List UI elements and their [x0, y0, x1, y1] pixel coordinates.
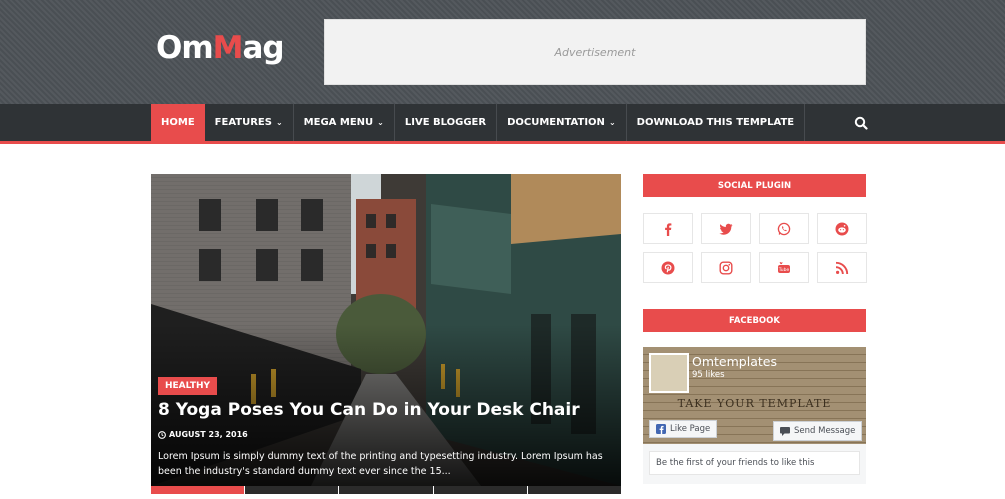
featured-post-date: AUGUST 23, 2016 [158, 430, 248, 439]
search-icon[interactable] [854, 116, 868, 130]
nav-item-live-blogger[interactable]: LIVE BLOGGER [395, 104, 498, 141]
twitter-icon [719, 223, 733, 235]
nav-item-label: DOWNLOAD THIS TEMPLATE [636, 117, 795, 128]
facebook-page-avatar[interactable] [649, 353, 689, 393]
youtube-icon: Tube [778, 261, 790, 273]
like-page-label: Like Page [670, 424, 711, 434]
facebook-page-likes: 95 likes [692, 370, 725, 380]
chevron-down-icon: ⌄ [608, 118, 616, 127]
post-category-tag[interactable]: HEALTHY [158, 377, 218, 395]
featured-post-title[interactable]: 8 Yoga Poses You Can Do in Your Desk Cha… [158, 400, 614, 420]
facebook-send-message-button[interactable]: Send Message [773, 421, 863, 441]
pinterest-icon [661, 261, 675, 274]
svg-text:Tube: Tube [778, 267, 790, 273]
facebook-page-name[interactable]: Omtemplates [692, 354, 777, 369]
social-link-youtube[interactable]: Tube [759, 252, 809, 283]
post-date-text: AUGUST 23, 2016 [169, 430, 248, 439]
social-link-rss[interactable] [817, 252, 867, 283]
social-link-facebook[interactable] [643, 213, 693, 244]
facebook-page-widget: Omtemplates 95 likes TAKE YOUR TEMPLATE … [643, 347, 866, 484]
social-link-reddit[interactable] [817, 213, 867, 244]
clock-icon [158, 430, 166, 439]
reddit-icon [835, 222, 849, 235]
message-icon [780, 426, 790, 436]
nav-item-documentation[interactable]: DOCUMENTATION ⌄ [497, 104, 627, 141]
logo-text-accent: M [212, 30, 244, 66]
advertisement-label: Advertisement [554, 45, 636, 59]
logo-text-part1: Om [156, 30, 214, 66]
facebook-like-page-button[interactable]: Like Page [649, 420, 718, 438]
nav-item-download-template[interactable]: DOWNLOAD THIS TEMPLATE [627, 104, 806, 141]
nav-item-label: LIVE BLOGGER [404, 117, 487, 128]
slider-dot[interactable] [245, 486, 339, 494]
slider-pagination [151, 486, 621, 494]
facebook-icon [656, 424, 666, 434]
nav-item-home[interactable]: HOME [151, 104, 205, 141]
nav-item-label: HOME [161, 117, 195, 128]
nav-item-label: DOCUMENTATION [507, 117, 605, 128]
social-plugin-heading: SOCIAL PLUGIN [643, 174, 866, 197]
chevron-down-icon: ⌄ [275, 118, 283, 127]
facebook-heading: FACEBOOK [643, 309, 866, 332]
social-icons-grid: Tube [643, 213, 867, 283]
instagram-icon [719, 261, 733, 275]
social-link-whatsapp[interactable] [759, 213, 809, 244]
slider-dot[interactable] [433, 486, 527, 494]
featured-post-excerpt: Lorem Ipsum is simply dummy text of the … [158, 451, 603, 477]
facebook-cover-slogan: TAKE YOUR TEMPLATE [677, 397, 832, 410]
send-message-label: Send Message [794, 426, 856, 436]
facebook-icon [665, 222, 672, 236]
social-link-pinterest[interactable] [643, 252, 693, 283]
slider-dot[interactable] [339, 486, 433, 494]
whatsapp-icon [777, 222, 791, 235]
header-advertisement[interactable]: Advertisement [324, 19, 866, 85]
rss-icon [835, 261, 849, 274]
nav-item-mega-menu[interactable]: MEGA MENU ⌄ [294, 104, 395, 141]
facebook-friends-text: Be the first of your friends to like thi… [649, 451, 860, 475]
logo-text-part2: ag [242, 30, 285, 66]
social-link-twitter[interactable] [701, 213, 751, 244]
nav-item-label: MEGA MENU [303, 117, 374, 128]
nav-item-features[interactable]: FEATURES ⌄ [205, 104, 294, 141]
social-link-instagram[interactable] [701, 252, 751, 283]
nav-item-label: FEATURES [214, 117, 272, 128]
nav-accent-line [0, 141, 1005, 144]
slider-dot-active[interactable] [151, 486, 245, 494]
site-logo[interactable]: OmMag [156, 30, 285, 66]
featured-post[interactable]: HEALTHY 8 Yoga Poses You Can Do in Your … [151, 174, 621, 494]
slider-dot[interactable] [527, 486, 621, 494]
chevron-down-icon: ⌄ [377, 118, 384, 127]
site-header: OmMag Advertisement [0, 0, 1005, 104]
